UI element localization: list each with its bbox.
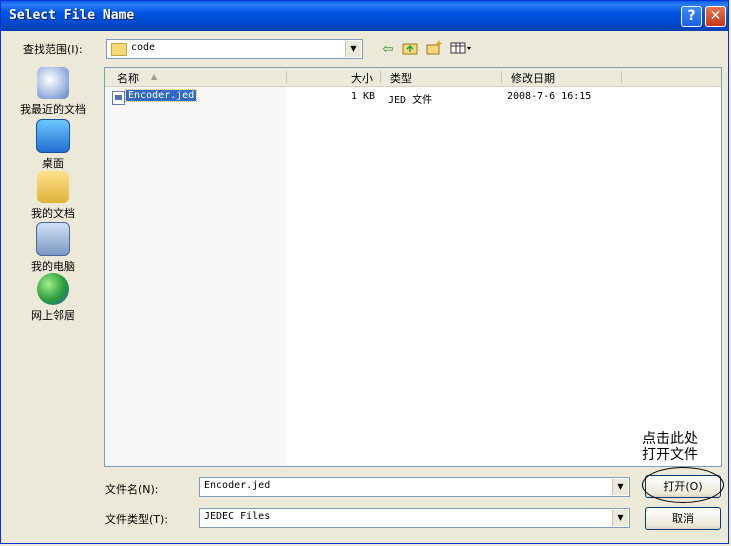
column-modified[interactable]: 修改日期 — [511, 70, 555, 86]
help-button[interactable]: ? — [681, 6, 702, 27]
highlight-ellipse — [642, 467, 724, 503]
list-header: 名称 ▲ 大小 类型 修改日期 — [105, 68, 721, 87]
chevron-down-icon[interactable]: ▼ — [345, 41, 361, 57]
sort-ascending-icon: ▲ — [151, 72, 158, 81]
file-type-cell: JED 文件 — [388, 95, 433, 106]
place-label: 我的文档 — [31, 207, 75, 220]
place-label: 我的电脑 — [31, 260, 75, 273]
annotation-line-2: 打开文件 — [642, 447, 698, 463]
column-divider[interactable] — [380, 71, 381, 83]
chevron-down-icon[interactable]: ▼ — [612, 479, 628, 495]
desktop-icon — [36, 119, 70, 153]
new-folder-icon[interactable] — [424, 41, 444, 59]
back-icon[interactable]: ⇦ — [378, 41, 398, 59]
network-places-icon — [37, 273, 69, 305]
column-divider[interactable] — [621, 71, 622, 83]
filetype-value: JEDEC Files — [204, 511, 271, 522]
places-bar: 我最近的文档 桌面 我的文档 我的电脑 网上邻居 — [6, 65, 100, 335]
look-in-value: code — [131, 42, 156, 53]
jed-file-icon — [112, 91, 125, 105]
file-modified-cell: 2008-7-6 16:15 — [507, 91, 592, 102]
place-label: 我最近的文档 — [20, 103, 86, 116]
look-in-label: 查找范围(I): — [23, 43, 83, 56]
column-type[interactable]: 类型 — [390, 70, 412, 86]
column-divider[interactable] — [501, 71, 502, 83]
annotation-note: 点击此处 打开文件 — [642, 431, 698, 463]
file-size-cell: 1 KB — [351, 91, 376, 102]
filename-input[interactable]: Encoder.jed ▼ — [199, 477, 630, 497]
place-recent-documents[interactable]: 我最近的文档 — [6, 67, 100, 117]
file-dialog: Select File Name ? ✕ 查找范围(I): code ▼ ⇦ 我… — [0, 0, 729, 544]
my-documents-icon — [37, 171, 69, 203]
chevron-down-icon[interactable]: ▼ — [612, 510, 628, 526]
filetype-label: 文件类型(T): — [105, 513, 169, 526]
cancel-button[interactable]: 取消 — [645, 507, 721, 530]
title-bar: Select File Name ? ✕ — [1, 1, 728, 31]
place-network[interactable]: 网上邻居 — [6, 273, 100, 323]
file-list[interactable]: 名称 ▲ 大小 类型 修改日期 Encoder.jed 1 KB JED 文件 … — [104, 67, 722, 467]
sorted-column-shade — [105, 87, 286, 466]
place-label: 网上邻居 — [31, 309, 75, 322]
filename-value: Encoder.jed — [204, 480, 271, 491]
up-folder-icon[interactable] — [400, 41, 420, 59]
filename-label: 文件名(N): — [105, 483, 159, 496]
place-desktop[interactable]: 桌面 — [6, 119, 100, 171]
look-in-dropdown[interactable]: code ▼ — [106, 39, 363, 59]
file-name-cell[interactable]: Encoder.jed — [124, 89, 198, 102]
column-divider[interactable] — [286, 71, 287, 83]
window-title: Select File Name — [9, 8, 135, 23]
filetype-dropdown[interactable]: JEDEC Files ▼ — [199, 508, 630, 528]
recent-documents-icon — [37, 67, 69, 99]
place-label: 桌面 — [42, 157, 64, 170]
column-size[interactable]: 大小 — [351, 70, 373, 86]
my-computer-icon — [36, 222, 70, 256]
close-button[interactable]: ✕ — [705, 6, 726, 27]
place-my-computer[interactable]: 我的电脑 — [6, 222, 100, 274]
place-my-documents[interactable]: 我的文档 — [6, 171, 100, 221]
folder-icon — [111, 43, 127, 56]
column-name[interactable]: 名称 — [117, 70, 139, 86]
annotation-line-1: 点击此处 — [642, 431, 698, 447]
view-menu-icon[interactable] — [448, 41, 474, 59]
